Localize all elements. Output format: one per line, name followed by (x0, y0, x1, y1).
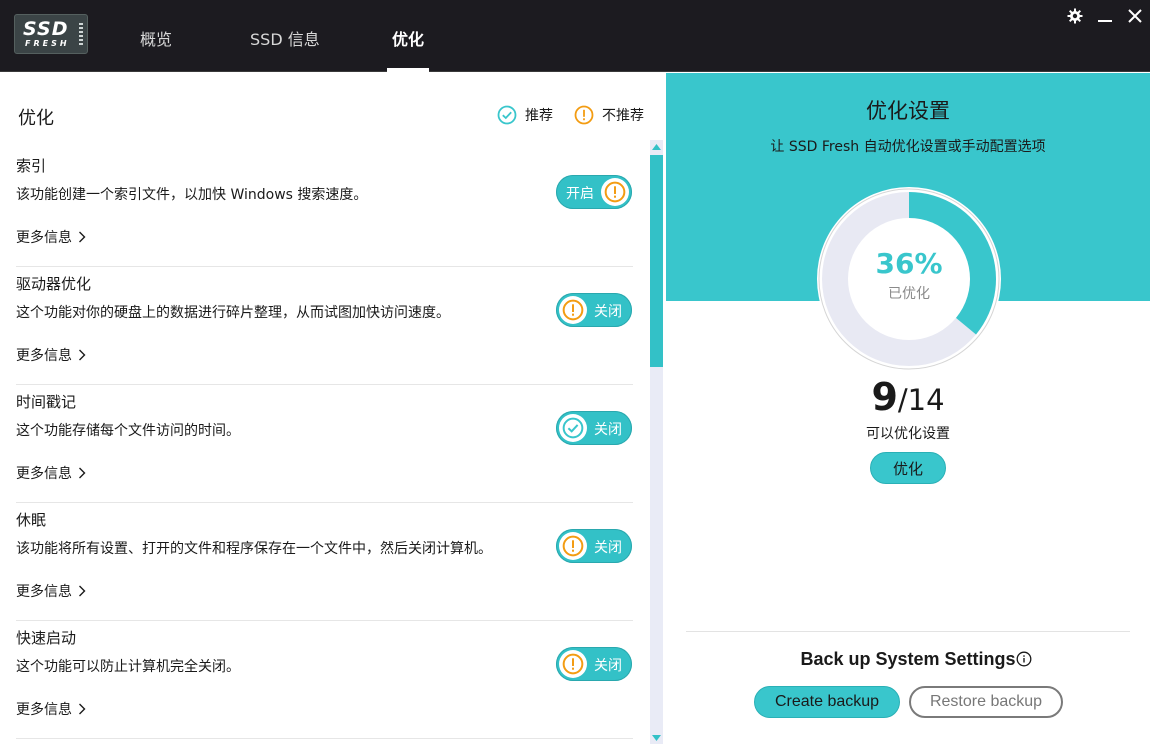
item-name: 时间戳记 (16, 393, 77, 411)
toggle-label: 开启 (566, 186, 594, 202)
summary-subtitle: 让 SSD Fresh 自动优化设置或手动配置选项 (770, 139, 1046, 155)
list-item: 休眠 该功能将所有设置、打开的文件和程序保存在一个文件中，然后关闭计算机。 关闭… (16, 503, 633, 621)
create-backup-button[interactable]: Create backup (754, 686, 900, 718)
scrollbar[interactable] (650, 140, 663, 744)
toggle-label: 关闭 (594, 422, 622, 438)
active-tab-indicator (387, 68, 429, 72)
item-name: 休眠 (16, 511, 47, 529)
more-info-link[interactable]: 更多信息 (16, 463, 86, 483)
more-info-link[interactable]: 更多信息 (16, 345, 86, 365)
info-icon[interactable] (1016, 651, 1032, 671)
warning-icon (574, 105, 594, 125)
close-icon[interactable] (1125, 6, 1145, 26)
optimize-button[interactable]: 优化 (870, 452, 946, 484)
app-logo: SSD FRESH (14, 14, 88, 54)
warning-icon (559, 650, 587, 678)
list-item: 驱动器优化 这个功能对你的硬盘上的数据进行碎片整理，从而试图加快访问速度。 关闭… (16, 267, 633, 385)
optimization-list-panel: 优化 推荐 不推荐 索引 该功能创建一个索引文件，以加快 Windows 搜索速… (0, 73, 666, 744)
scroll-down-arrow-icon[interactable] (650, 731, 663, 744)
toggle-switch[interactable]: 关闭 (556, 529, 632, 563)
title-bar: SSD FRESH 概览 SSD 信息 优化 (0, 0, 1150, 72)
item-description: 这个功能存储每个文件访问的时间。 (16, 423, 240, 439)
count-total: /14 (897, 383, 945, 417)
chevron-right-icon (79, 585, 86, 597)
legend-recommended: 推荐 (497, 105, 553, 125)
more-info-label: 更多信息 (16, 584, 72, 600)
toggle-label: 关闭 (594, 540, 622, 556)
item-description: 该功能将所有设置、打开的文件和程序保存在一个文件中，然后关闭计算机。 (16, 541, 492, 557)
item-name: 驱动器优化 (16, 275, 92, 293)
optimization-summary-panel: 优化设置 让 SSD Fresh 自动优化设置或手动配置选项 36% 已优化 9… (666, 73, 1150, 744)
scroll-up-arrow-icon[interactable] (650, 140, 663, 153)
tab-overview[interactable]: 概览 (140, 26, 172, 72)
toggle-switch[interactable]: 关闭 (556, 293, 632, 327)
toggle-switch[interactable]: 关闭 (556, 647, 632, 681)
tab-optimize[interactable]: 优化 (392, 26, 424, 72)
chevron-right-icon (79, 703, 86, 715)
more-info-label: 更多信息 (16, 466, 72, 482)
logo-stripes (79, 23, 83, 47)
backup-title: Back up System Settings (800, 649, 1016, 669)
more-info-link[interactable]: 更多信息 (16, 699, 86, 719)
chevron-right-icon (79, 467, 86, 479)
tab-ssd-info[interactable]: SSD 信息 (250, 26, 320, 72)
warning-icon (559, 296, 587, 324)
legend-not-recommended-label: 不推荐 (602, 108, 644, 124)
more-info-label: 更多信息 (16, 702, 72, 718)
item-description: 该功能创建一个索引文件，以加快 Windows 搜索速度。 (16, 187, 368, 203)
list-item: 时间戳记 这个功能存储每个文件访问的时间。 关闭 更多信息 (16, 385, 633, 503)
section-title: 优化 (18, 108, 54, 129)
gauge-percent: 36% (875, 247, 943, 280)
minimize-icon[interactable] (1095, 6, 1115, 26)
item-name: 快速启动 (16, 629, 77, 647)
item-description: 这个功能可以防止计算机完全关闭。 (16, 659, 240, 675)
divider (686, 631, 1130, 632)
scrollbar-thumb[interactable] (650, 155, 663, 367)
more-info-link[interactable]: 更多信息 (16, 227, 86, 247)
chevron-right-icon (79, 231, 86, 243)
item-name: 索引 (16, 157, 47, 175)
warning-icon (559, 532, 587, 560)
optimizable-count: 9/14 (666, 375, 1150, 419)
gauge-label: 已优化 (888, 286, 930, 302)
more-info-label: 更多信息 (16, 348, 72, 364)
toggle-label: 关闭 (594, 658, 622, 674)
toggle-label: 关闭 (594, 304, 622, 320)
restore-backup-button[interactable]: Restore backup (909, 686, 1063, 718)
more-info-link[interactable]: 更多信息 (16, 581, 86, 601)
legend-recommended-label: 推荐 (525, 108, 553, 124)
toggle-switch[interactable]: 关闭 (556, 411, 632, 445)
count-label: 可以优化设置 (866, 426, 950, 442)
toggle-switch[interactable]: 开启 (556, 175, 632, 209)
count-current: 9 (871, 375, 898, 419)
settings-icon[interactable] (1065, 6, 1085, 26)
chevron-right-icon (79, 349, 86, 361)
check-icon (559, 414, 587, 442)
check-icon (497, 105, 517, 125)
more-info-label: 更多信息 (16, 230, 72, 246)
logo-text-main: SSD (23, 18, 69, 40)
logo-text-sub: FRESH (25, 39, 70, 48)
legend-not-recommended: 不推荐 (574, 105, 644, 125)
list-item: 快速启动 这个功能可以防止计算机完全关闭。 关闭 更多信息 (16, 621, 633, 739)
summary-title: 优化设置 (866, 99, 950, 123)
list-item: 索引 该功能创建一个索引文件，以加快 Windows 搜索速度。 开启 更多信息 (16, 149, 633, 267)
item-description: 这个功能对你的硬盘上的数据进行碎片整理，从而试图加快访问速度。 (16, 305, 450, 321)
warning-icon (601, 178, 629, 206)
